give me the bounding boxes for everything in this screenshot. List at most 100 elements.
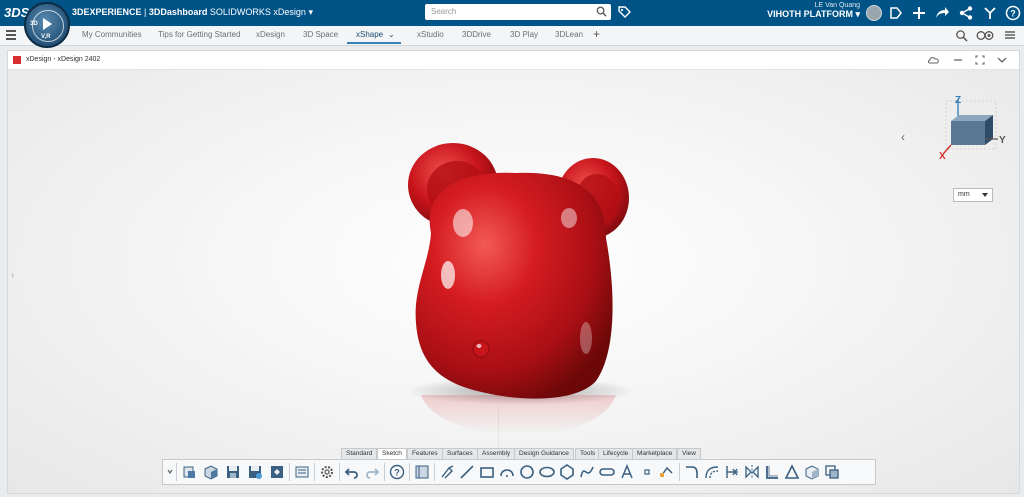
- user-menu[interactable]: LE Van Quang VIHOTH PLATFORM ▾: [760, 2, 860, 20]
- tab-tips[interactable]: Tips for Getting Started: [158, 30, 240, 39]
- nose: [472, 340, 490, 358]
- collapse-panel-icon[interactable]: ‹: [901, 130, 905, 144]
- widget-title: xDesign - xDesign 2402: [26, 56, 101, 63]
- expand-left-icon[interactable]: ›: [11, 270, 14, 281]
- triangle-icon[interactable]: [784, 464, 800, 480]
- search-input[interactable]: Search: [425, 4, 611, 20]
- ctab-assembly[interactable]: Assembly: [477, 448, 516, 459]
- ctab-tools[interactable]: Tools: [575, 448, 601, 459]
- construction-geometry-icon[interactable]: [659, 464, 675, 480]
- mirror-icon[interactable]: [744, 464, 760, 480]
- rectangle-icon[interactable]: [479, 464, 495, 480]
- ctab-view[interactable]: View: [677, 448, 701, 459]
- units-value: mm: [958, 190, 970, 198]
- cloud-icon[interactable]: [928, 56, 939, 64]
- tab-xshape[interactable]: xShape: [356, 30, 383, 39]
- chevron-down-icon[interactable]: ⌄: [388, 30, 395, 39]
- fullscreen-icon[interactable]: [975, 55, 985, 65]
- sketch-icon[interactable]: [414, 464, 430, 480]
- search-placeholder: Search: [431, 7, 457, 16]
- ctab-features[interactable]: Features: [407, 448, 443, 459]
- tab-my-communities[interactable]: My Communities: [82, 30, 142, 39]
- apps-icon[interactable]: [982, 5, 998, 21]
- ctab-marketplace[interactable]: Marketplace: [632, 448, 678, 459]
- share-tag-icon[interactable]: [888, 5, 904, 21]
- tab-3ddrive[interactable]: 3DDrive: [462, 30, 491, 39]
- search-icon[interactable]: [596, 6, 607, 17]
- tag-icon[interactable]: [617, 5, 631, 19]
- forward-share-icon[interactable]: [934, 5, 950, 21]
- tab-menu-icon[interactable]: [1004, 30, 1016, 40]
- open-icon[interactable]: [203, 464, 219, 480]
- ctab-surfaces[interactable]: Surfaces: [442, 448, 478, 459]
- model-reflection: [421, 395, 616, 435]
- platform-name: VIHOTH PLATFORM ▾: [767, 9, 860, 19]
- bear-head-model[interactable]: [391, 123, 641, 453]
- toolbar-collapse-icon[interactable]: [166, 464, 174, 480]
- dashboard-tabs: My Communities Tips for Getting Started …: [0, 26, 1024, 46]
- ctab-lifecycle[interactable]: Lifecycle: [598, 448, 634, 459]
- ellipse-icon[interactable]: [539, 464, 555, 480]
- network-share-icon[interactable]: [958, 5, 974, 21]
- undo-icon[interactable]: [344, 464, 360, 480]
- add-tab-icon[interactable]: +: [593, 27, 600, 41]
- tab-xstudio[interactable]: xStudio: [417, 30, 444, 39]
- action-toolbar: ?: [162, 459, 876, 485]
- play-icon[interactable]: [43, 18, 52, 30]
- properties-icon[interactable]: [294, 464, 310, 480]
- fillet-icon[interactable]: [684, 464, 700, 480]
- menu-icon[interactable]: [6, 30, 16, 42]
- minimize-icon[interactable]: [953, 56, 963, 64]
- brand-app: SOLIDWORKS xDesign: [209, 7, 306, 17]
- spline-icon[interactable]: [579, 464, 595, 480]
- compass-icon[interactable]: 3D V,R: [24, 2, 70, 48]
- 3d-viewport[interactable]: › ‹ Z Y X mm Standard Sketch Features Su…: [8, 70, 1019, 493]
- plus-icon[interactable]: [911, 5, 927, 21]
- help-icon[interactable]: ?: [389, 464, 405, 480]
- tab-xdesign[interactable]: xDesign: [256, 30, 285, 39]
- new-icon[interactable]: [181, 464, 197, 480]
- point-icon[interactable]: [639, 464, 655, 480]
- revision-icon[interactable]: [269, 464, 285, 480]
- smart-dimension-icon[interactable]: [439, 464, 455, 480]
- svg-text:?: ?: [394, 468, 400, 478]
- save-icon[interactable]: [225, 464, 241, 480]
- project-icon[interactable]: [824, 464, 840, 480]
- ctab-standard[interactable]: Standard: [341, 448, 378, 459]
- line-icon[interactable]: [459, 464, 475, 480]
- gear-icon[interactable]: [319, 464, 335, 480]
- redo-icon[interactable]: [364, 464, 380, 480]
- save-as-icon[interactable]: [247, 464, 263, 480]
- text-icon[interactable]: [619, 464, 635, 480]
- offset-icon[interactable]: [704, 464, 720, 480]
- svg-text:?: ?: [1010, 9, 1016, 19]
- vr-glasses-icon[interactable]: [976, 30, 994, 41]
- ctab-design-guidance[interactable]: Design Guidance: [514, 448, 574, 459]
- top-bar: 3DS 3DEXPERIENCE | 3DDashboard SOLIDWORK…: [0, 0, 1024, 26]
- app-title[interactable]: 3DEXPERIENCE | 3DDashboard SOLIDWORKS xD…: [72, 7, 313, 18]
- brand-3dexperience: 3DEXPERIENCE: [72, 7, 142, 17]
- tab-3dplay[interactable]: 3D Play: [510, 30, 538, 39]
- circle-icon[interactable]: [519, 464, 535, 480]
- corner-icon[interactable]: [764, 464, 780, 480]
- navigation-cube[interactable]: Z Y X: [938, 93, 1008, 173]
- search-zoom-icon[interactable]: [955, 29, 968, 42]
- arc-icon[interactable]: [499, 464, 515, 480]
- help-icon[interactable]: ?: [1005, 5, 1021, 21]
- tab-3dlean[interactable]: 3DLean: [555, 30, 583, 39]
- brand-dashboard: 3DDashboard: [148, 7, 208, 17]
- polygon-icon[interactable]: [559, 464, 575, 480]
- ctab-sketch[interactable]: Sketch: [377, 448, 407, 459]
- cube-icon[interactable]: [804, 464, 820, 480]
- xdesign-app-icon: [13, 56, 21, 64]
- cube-front-face[interactable]: [951, 121, 985, 145]
- tab-3dspace[interactable]: 3D Space: [303, 30, 338, 39]
- trim-icon[interactable]: [724, 464, 740, 480]
- chevron-down-icon[interactable]: [997, 56, 1007, 64]
- xdesign-widget: xDesign - xDesign 2402 › ‹ Z Y X mm Stan…: [7, 50, 1020, 494]
- chevron-down-icon[interactable]: ▾: [308, 7, 313, 17]
- units-select[interactable]: mm: [953, 188, 993, 202]
- slot-icon[interactable]: [599, 464, 615, 480]
- avatar[interactable]: [866, 5, 882, 21]
- chevron-down-icon: [982, 193, 988, 197]
